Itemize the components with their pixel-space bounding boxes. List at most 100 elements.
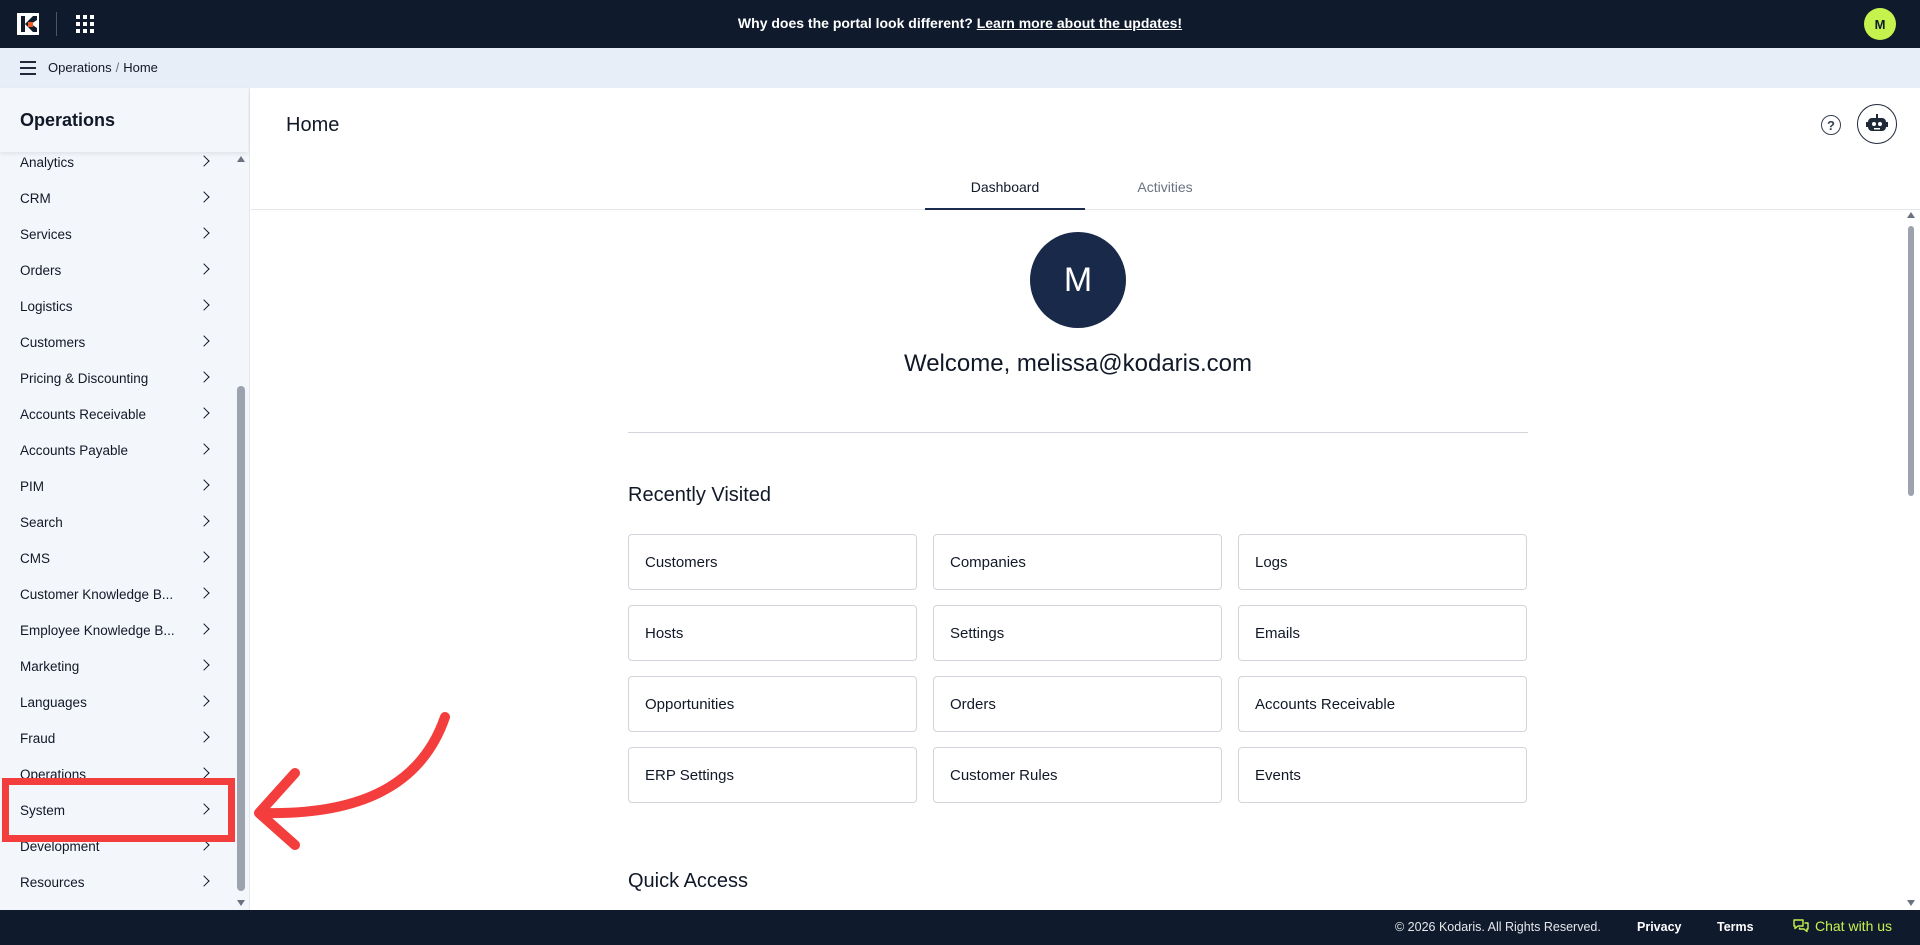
- privacy-link[interactable]: Privacy: [1637, 920, 1681, 934]
- sidebar: Operations Analytics CRM Services Orders…: [0, 88, 250, 910]
- announcement-text: Why does the portal look different?: [737, 15, 973, 31]
- chevron-right-icon: [198, 371, 210, 383]
- recent-card-orders[interactable]: Orders: [933, 676, 1222, 732]
- breadcrumb-item-operations[interactable]: Operations: [48, 60, 112, 75]
- sidebar-item-label: Resources: [20, 874, 85, 890]
- sidebar-item-label: Accounts Receivable: [20, 406, 147, 422]
- tab-dashboard[interactable]: Dashboard: [925, 168, 1085, 210]
- user-avatar[interactable]: M: [1864, 8, 1896, 40]
- recent-card-events[interactable]: Events: [1238, 747, 1527, 803]
- sidebar-item-resources[interactable]: Resources: [0, 864, 234, 900]
- sidebar-item-customers[interactable]: Customers: [0, 324, 234, 360]
- terms-link[interactable]: Terms: [1717, 920, 1754, 934]
- recent-card-customers[interactable]: Customers: [628, 534, 917, 590]
- sidebar-item-search[interactable]: Search: [0, 504, 234, 540]
- scroll-down-icon[interactable]: [1907, 900, 1915, 906]
- chevron-right-icon: [198, 623, 210, 635]
- sidebar-item-label: Services: [20, 226, 72, 242]
- recent-card-companies[interactable]: Companies: [933, 534, 1222, 590]
- top-bar: Why does the portal look different? Lear…: [0, 0, 1920, 48]
- sidebar-item-customer-knowledge-base[interactable]: Customer Knowledge B...: [0, 576, 234, 612]
- sidebar-item-marketing[interactable]: Marketing: [0, 648, 234, 684]
- chevron-right-icon: [198, 443, 210, 455]
- help-circle-icon[interactable]: ?: [1821, 115, 1841, 135]
- recent-card-emails[interactable]: Emails: [1238, 605, 1527, 661]
- recent-card-accounts-receivable[interactable]: Accounts Receivable: [1238, 676, 1527, 732]
- recent-card-opportunities[interactable]: Opportunities: [628, 676, 917, 732]
- announcement-link[interactable]: Learn more about the updates!: [977, 15, 1182, 31]
- chevron-right-icon: [198, 227, 210, 239]
- recent-card-erp-settings[interactable]: ERP Settings: [628, 747, 917, 803]
- hamburger-menu-icon[interactable]: [20, 61, 36, 75]
- recent-card-hosts[interactable]: Hosts: [628, 605, 917, 661]
- sidebar-item-label: Marketing: [20, 658, 80, 674]
- sidebar-item-services[interactable]: Services: [0, 216, 234, 252]
- sidebar-item-label: Orders: [20, 262, 62, 278]
- sidebar-item-label: Customers: [20, 334, 86, 350]
- sidebar-item-accounts-payable[interactable]: Accounts Payable: [0, 432, 234, 468]
- sidebar-item-label: Languages: [20, 694, 87, 710]
- sidebar-item-label: Search: [20, 514, 63, 530]
- chevron-right-icon: [198, 695, 210, 707]
- footer: © 2026 Kodaris. All Rights Reserved. Pri…: [0, 910, 1920, 945]
- sidebar-item-label: Operations: [20, 766, 87, 782]
- recent-card-customer-rules[interactable]: Customer Rules: [933, 747, 1222, 803]
- chevron-right-icon: [198, 875, 210, 887]
- sidebar-item-cms[interactable]: CMS: [0, 540, 234, 576]
- sidebar-item-analytics[interactable]: Analytics: [0, 152, 234, 180]
- chevron-right-icon: [198, 155, 210, 167]
- sidebar-item-label: Logistics: [20, 298, 73, 314]
- main-content: Home ? Dashboard Activities M Welcome, m…: [251, 88, 1920, 910]
- sidebar-item-pim[interactable]: PIM: [0, 468, 234, 504]
- chat-bubbles-icon: [1793, 919, 1809, 933]
- scroll-up-icon[interactable]: [237, 156, 245, 162]
- announcement-banner: Why does the portal look different? Lear…: [0, 15, 1920, 31]
- breadcrumb-item-home: Home: [123, 60, 158, 75]
- sidebar-item-fraud[interactable]: Fraud: [0, 720, 234, 756]
- main-scrollbar[interactable]: [1906, 212, 1916, 906]
- assistant-button[interactable]: [1857, 104, 1897, 144]
- breadcrumb-bar: Operations / Home: [0, 48, 1920, 88]
- sidebar-header: Operations: [0, 88, 248, 152]
- sidebar-item-development[interactable]: Development: [0, 828, 234, 864]
- scroll-down-icon[interactable]: [237, 900, 245, 906]
- copyright-text: © 2026 Kodaris. All Rights Reserved.: [1395, 920, 1601, 934]
- chevron-right-icon: [198, 803, 210, 815]
- sidebar-item-label: CMS: [20, 550, 50, 566]
- breadcrumb-separator: /: [115, 60, 120, 75]
- chevron-right-icon: [198, 191, 210, 203]
- sidebar-item-label: Employee Knowledge B...: [20, 622, 175, 638]
- sidebar-item-crm[interactable]: CRM: [0, 180, 234, 216]
- quick-access-title: Quick Access: [628, 870, 749, 892]
- sidebar-item-label: Pricing & Discounting: [20, 370, 149, 386]
- scroll-up-icon[interactable]: [1907, 212, 1915, 218]
- dashboard-panel: M Welcome, melissa@kodaris.com Recently …: [251, 210, 1901, 910]
- sidebar-item-system[interactable]: System: [0, 792, 234, 828]
- tab-activities[interactable]: Activities: [1085, 168, 1245, 210]
- sidebar-item-label: CRM: [20, 190, 51, 206]
- chevron-right-icon: [198, 515, 210, 527]
- sidebar-item-accounts-receivable[interactable]: Accounts Receivable: [0, 396, 234, 432]
- chat-button[interactable]: Chat with us: [1793, 918, 1892, 934]
- sidebar-item-pricing-discounting[interactable]: Pricing & Discounting: [0, 360, 234, 396]
- sidebar-item-label: System: [20, 802, 66, 818]
- recent-card-settings[interactable]: Settings: [933, 605, 1222, 661]
- tab-bar: Dashboard Activities: [251, 168, 1920, 210]
- sidebar-item-label: Customer Knowledge B...: [20, 586, 174, 602]
- recently-visited-title: Recently Visited: [628, 484, 772, 506]
- sidebar-scroll-thumb[interactable]: [237, 386, 245, 891]
- chevron-right-icon: [198, 299, 210, 311]
- annotation-arrow-icon: [254, 712, 450, 850]
- sidebar-item-logistics[interactable]: Logistics: [0, 288, 234, 324]
- sidebar-item-orders[interactable]: Orders: [0, 252, 234, 288]
- sidebar-item-operations[interactable]: Operations: [0, 756, 234, 792]
- chevron-right-icon: [198, 731, 210, 743]
- sidebar-item-employee-knowledge-base[interactable]: Employee Knowledge B...: [0, 612, 234, 648]
- welcome-heading: Welcome, melissa@kodaris.com: [903, 350, 1252, 377]
- avatar: M: [1030, 232, 1126, 328]
- chevron-right-icon: [198, 659, 210, 671]
- main-scroll-thumb[interactable]: [1908, 226, 1914, 496]
- page-title: Home: [286, 114, 340, 136]
- sidebar-item-languages[interactable]: Languages: [0, 684, 234, 720]
- recent-card-logs[interactable]: Logs: [1238, 534, 1527, 590]
